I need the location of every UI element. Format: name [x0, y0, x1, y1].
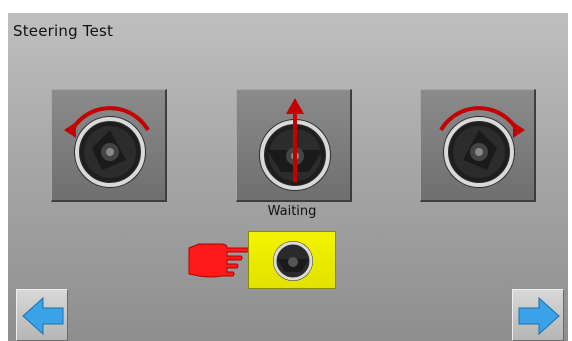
steering-wheel-turn-right-icon	[439, 106, 525, 188]
steering-wheel-straight-icon	[259, 98, 331, 191]
steer-left-tile[interactable]	[51, 89, 167, 202]
arrow-right-icon	[518, 296, 560, 336]
pointer-hand	[187, 238, 253, 288]
start-steering-test-button[interactable]	[248, 231, 336, 289]
pointing-hand-icon	[188, 243, 253, 278]
steer-center-tile[interactable]	[236, 89, 352, 202]
steering-wheel-icon	[273, 241, 313, 281]
status-label: Waiting	[267, 204, 317, 219]
steering-wheel-turn-left-icon	[64, 106, 150, 188]
page-title: Steering Test	[13, 22, 114, 40]
steer-right-tile[interactable]	[420, 89, 536, 202]
previous-button[interactable]	[16, 289, 68, 341]
steering-test-screen: Steering Test Waiting	[8, 13, 568, 341]
arrow-left-icon	[22, 296, 64, 336]
next-button[interactable]	[512, 289, 564, 341]
